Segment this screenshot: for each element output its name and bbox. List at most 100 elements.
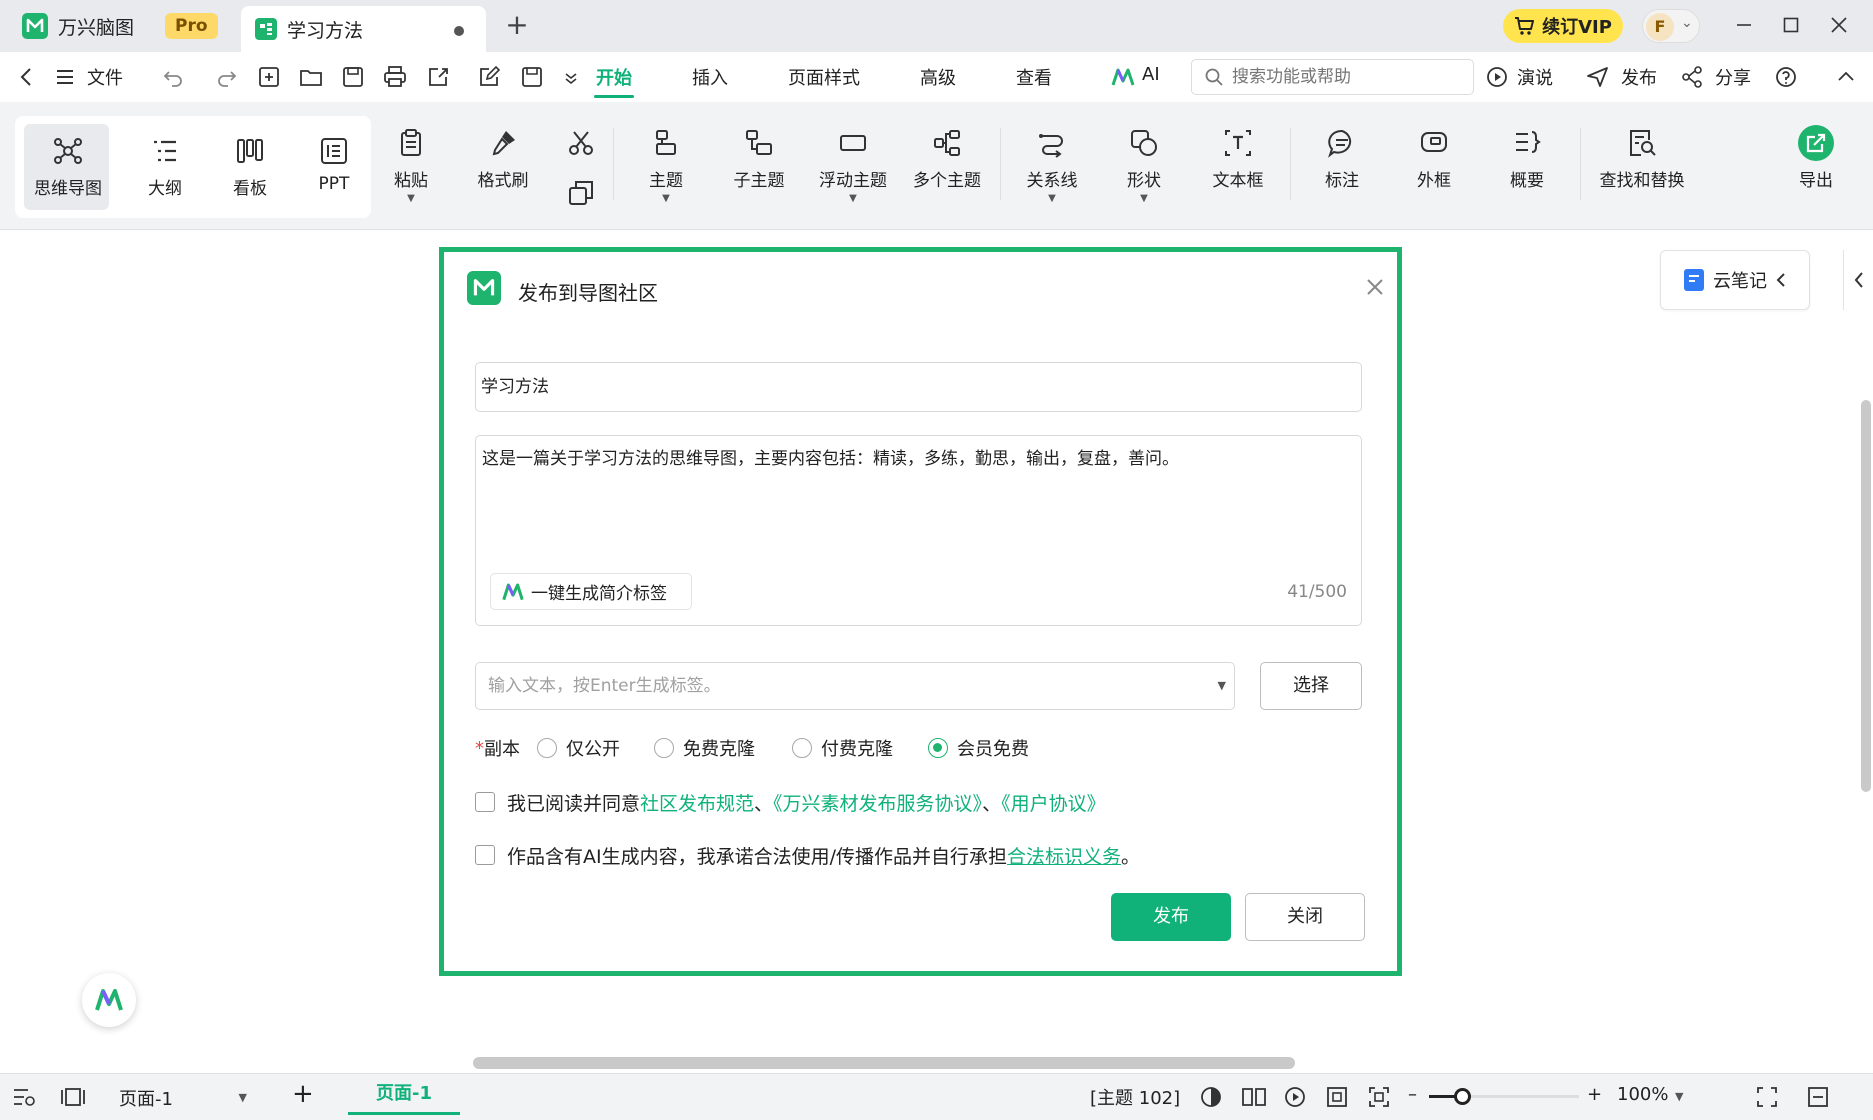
fit-screen-icon[interactable] xyxy=(1367,1085,1391,1109)
page-select[interactable]: 页面-1 ▼ xyxy=(109,1081,259,1115)
zoom-in-button[interactable]: + xyxy=(1587,1084,1602,1105)
redo-icon[interactable] xyxy=(214,64,240,90)
save-as-icon[interactable] xyxy=(519,64,545,90)
relation-button[interactable]: 关系线 ▼ xyxy=(1020,128,1084,204)
radio-free-clone[interactable]: 免费克隆 xyxy=(654,735,755,761)
format-painter-button[interactable]: 格式刷 xyxy=(470,128,536,191)
radio-circle-selected[interactable] xyxy=(928,738,948,758)
fullscreen-icon[interactable] xyxy=(1755,1085,1779,1109)
search-input[interactable] xyxy=(1232,67,1452,87)
agree-terms-checkbox[interactable] xyxy=(475,792,495,812)
file-menu[interactable]: 文件 xyxy=(87,64,123,90)
topic-button[interactable]: 主题 ▼ xyxy=(636,128,696,204)
tag-input[interactable]: 输入文本，按Enter生成标签。 ▼ xyxy=(475,662,1235,710)
edit-icon[interactable] xyxy=(477,64,503,90)
ai-content-checkbox[interactable] xyxy=(475,845,495,865)
view-mindmap[interactable]: 思维导图 xyxy=(28,136,108,199)
dropdown-caret-icon[interactable]: ▼ xyxy=(1218,663,1226,709)
fit-page-icon[interactable] xyxy=(1325,1085,1349,1109)
collapse-ribbon-icon[interactable] xyxy=(1833,64,1859,90)
export-menu-icon[interactable] xyxy=(426,64,452,90)
menu-icon[interactable] xyxy=(52,64,78,90)
shape-button[interactable]: 形状 ▼ xyxy=(1114,128,1174,204)
collapse-panel-icon[interactable] xyxy=(1806,1085,1830,1109)
search-box[interactable] xyxy=(1191,59,1474,95)
radio-member-free[interactable]: 会员免费 xyxy=(928,735,1029,761)
share-menu[interactable]: 分享 xyxy=(1715,64,1751,90)
filter-list-icon[interactable] xyxy=(12,1086,36,1108)
theme-icon[interactable] xyxy=(1199,1085,1223,1109)
horizontal-scrollbar[interactable] xyxy=(473,1057,1295,1069)
multi-topic-button[interactable]: 多个主题 xyxy=(906,128,988,191)
radio-circle[interactable] xyxy=(792,738,812,758)
page-tab-active[interactable]: 页面-1 xyxy=(348,1074,460,1115)
floating-topic-button[interactable]: 浮动主题 ▼ xyxy=(812,128,894,204)
radio-circle[interactable] xyxy=(537,738,557,758)
close-button[interactable]: 关闭 xyxy=(1245,893,1365,941)
add-page-button[interactable]: + xyxy=(292,1079,314,1109)
play-circle-icon[interactable] xyxy=(1484,64,1510,90)
generate-tags-button[interactable]: 一键生成简介标签 xyxy=(490,573,692,610)
boundary-button[interactable]: 外框 xyxy=(1404,128,1464,191)
zoom-slider[interactable] xyxy=(1429,1088,1579,1105)
legal-labeling-link[interactable]: 合法标识义务 xyxy=(1007,846,1121,868)
community-rules-link[interactable]: 社区发布规范 xyxy=(640,793,754,815)
tab-advanced[interactable]: 高级 xyxy=(920,64,956,90)
copy-icon[interactable] xyxy=(566,178,596,208)
textbox-button[interactable]: 文本框 xyxy=(1204,128,1272,191)
present-menu[interactable]: 演说 xyxy=(1517,64,1553,90)
close-icon[interactable] xyxy=(1360,272,1390,302)
tab-insert[interactable]: 插入 xyxy=(692,64,728,90)
zoom-slider-handle[interactable] xyxy=(1454,1088,1471,1105)
close-window-button[interactable] xyxy=(1822,10,1856,42)
play-circle-icon[interactable] xyxy=(1283,1085,1307,1109)
publish-agreement-link[interactable]: 《万兴素材发布服务协议》 xyxy=(773,793,982,815)
scissors-icon[interactable] xyxy=(566,128,596,158)
print-icon[interactable] xyxy=(382,64,408,90)
view-ppt[interactable]: PPT xyxy=(294,136,374,194)
view-kanban[interactable]: 看板 xyxy=(210,136,290,199)
cloud-note-button[interactable]: 云笔记 xyxy=(1660,250,1810,310)
callout-button[interactable]: 标注 xyxy=(1312,128,1372,191)
radio-circle[interactable] xyxy=(654,738,674,758)
description-textarea[interactable]: 这是一篇关于学习方法的思维导图，主要内容包括：精读，多练，勤思，输出，复盘，善问… xyxy=(475,435,1362,626)
tab-page-style[interactable]: 页面样式 xyxy=(788,64,860,90)
select-tags-button[interactable]: 选择 xyxy=(1260,662,1362,710)
minimize-button[interactable] xyxy=(1727,10,1761,42)
publish-menu[interactable]: 发布 xyxy=(1621,64,1657,90)
share-icon[interactable] xyxy=(1679,64,1705,90)
user-agreement-link[interactable]: 《用户协议》 xyxy=(1001,793,1106,815)
zoom-out-button[interactable]: – xyxy=(1408,1084,1417,1105)
new-tab-button[interactable]: + xyxy=(503,11,531,40)
pro-badge[interactable]: Pro xyxy=(165,13,218,39)
send-icon[interactable] xyxy=(1585,64,1611,90)
renew-vip-button[interactable]: 续订VIP xyxy=(1503,9,1623,43)
user-avatar[interactable]: F ⌄ xyxy=(1642,9,1700,43)
publish-button[interactable]: 发布 xyxy=(1111,893,1231,941)
vertical-scrollbar[interactable] xyxy=(1861,400,1871,792)
find-replace-button[interactable]: 查找和替换 xyxy=(1596,128,1688,191)
tab-start[interactable]: 开始 xyxy=(596,64,632,90)
map-title-input[interactable]: 学习方法 xyxy=(475,362,1362,412)
export-button[interactable]: 导出 xyxy=(1784,124,1848,191)
view-outline[interactable]: 大纲 xyxy=(125,136,205,199)
more-chevron-icon[interactable] xyxy=(558,64,584,90)
maximize-button[interactable] xyxy=(1774,10,1808,42)
caret-down-icon[interactable]: ▼ xyxy=(1675,1090,1683,1103)
undo-icon[interactable] xyxy=(160,64,186,90)
ai-logo-icon[interactable] xyxy=(1110,64,1136,90)
new-file-icon[interactable] xyxy=(256,64,282,90)
back-icon[interactable] xyxy=(14,64,40,90)
save-icon[interactable] xyxy=(340,64,366,90)
app-home-tab[interactable]: 万兴脑图 xyxy=(22,10,134,42)
ai-assistant-button[interactable] xyxy=(82,973,136,1027)
paste-button[interactable]: 粘贴 ▼ xyxy=(381,128,441,204)
tab-view[interactable]: 查看 xyxy=(1016,64,1052,90)
book-view-icon[interactable] xyxy=(1241,1085,1267,1109)
description-text[interactable]: 这是一篇关于学习方法的思维导图，主要内容包括：精读，多练，勤思，输出，复盘，善问… xyxy=(482,444,1179,469)
subtopic-button[interactable]: 子主题 xyxy=(727,128,791,191)
summary-button[interactable]: 概要 xyxy=(1497,128,1557,191)
page-panel-icon[interactable] xyxy=(60,1086,86,1108)
unsaved-dot-icon[interactable] xyxy=(454,26,464,36)
help-icon[interactable] xyxy=(1773,64,1799,90)
